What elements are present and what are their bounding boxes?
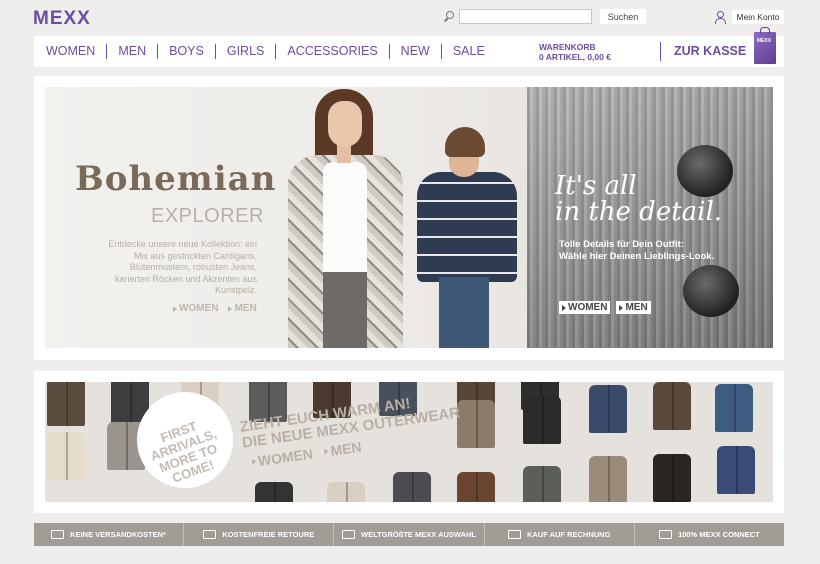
nav-item-accessories[interactable]: ACCESSORIES	[275, 44, 388, 59]
jacket-photo	[47, 432, 85, 480]
detail-description: Tolle Details für Dein Outfit: Wähle hie…	[559, 239, 714, 263]
arrow-right-icon	[251, 458, 257, 465]
benefit-largest-selection[interactable]: WELTGRÖßTE MEXX AUSWAHL	[333, 523, 483, 546]
benefit-label: WELTGRÖßTE MEXX AUSWAHL	[361, 530, 476, 539]
arrow-right-icon	[228, 305, 233, 312]
female-model-photo	[273, 87, 413, 348]
category-nav: WOMEN MEN BOYS GIRLS ACCESSORIES NEW SAL…	[34, 36, 496, 67]
account-link[interactable]: Mein Konto	[714, 10, 784, 24]
arrow-right-icon	[619, 304, 624, 311]
arrow-right-icon	[324, 448, 329, 455]
hero-banner: Bohemian EXPLORER Entdecke unsere neue K…	[34, 76, 784, 360]
bag-logo: MEXX	[757, 38, 772, 44]
benefits-bar: KEINE VERSANDKOSTEN* KOSTENFREIE RETOURE…	[34, 523, 784, 546]
benefit-label: 100% MEXX CONNECT	[678, 530, 760, 539]
first-arrivals-text: FIRST ARRIVALS, MORE TO COME!	[142, 413, 231, 491]
explorer-subtitle: EXPLORER	[151, 205, 264, 227]
checkout-divider	[660, 42, 661, 61]
nav-item-new[interactable]: NEW	[388, 44, 441, 59]
jacket-photo	[47, 382, 85, 426]
jacket-photo	[653, 454, 691, 502]
nav-item-men[interactable]: MEN	[106, 44, 157, 59]
collection-description: Entdecke unsere neue Kollektion: ein Mix…	[108, 239, 257, 295]
search-icon	[443, 10, 455, 23]
mexx-logo[interactable]: MEXX	[33, 8, 91, 30]
outerwear-women-label: WOMEN	[256, 445, 314, 470]
bohemian-title: Bohemian	[75, 159, 277, 199]
arrow-right-icon	[562, 304, 566, 311]
invoice-icon	[507, 530, 521, 539]
package-icon	[51, 530, 65, 539]
jacket-photo	[523, 466, 561, 502]
detail-text-line2: Wähle hier Deinen Lieblings-Look.	[559, 251, 715, 262]
account-label[interactable]: Mein Konto	[732, 10, 784, 24]
search-area: Suchen	[443, 9, 646, 24]
search-button[interactable]: Suchen	[600, 9, 646, 24]
coat-button-photo	[683, 265, 739, 317]
bohemian-links: WOMEN MEN	[173, 303, 257, 314]
outerwear-men-label: MEN	[329, 438, 363, 459]
return-arrow-icon	[203, 530, 217, 539]
first-arrivals-badge: FIRST ARRIVALS, MORE TO COME!	[141, 396, 229, 486]
nav-item-boys[interactable]: BOYS	[157, 44, 215, 59]
connect-icon	[659, 530, 673, 539]
nav-item-girls[interactable]: GIRLS	[214, 44, 276, 59]
detail-banner[interactable]: It's all in the detail. Tolle Details fü…	[527, 87, 773, 348]
checkout-button[interactable]: ZUR KASSE	[674, 44, 746, 58]
jacket-photo	[653, 382, 691, 430]
shopping-bag-icon[interactable]: MEXX	[754, 27, 776, 64]
outerwear-banner[interactable]: FIRST ARRIVALS, MORE TO COME! ZIEHT EUCH…	[45, 382, 773, 502]
jacket-photo	[327, 482, 365, 502]
arrow-right-icon	[173, 305, 177, 312]
jacket-photo	[111, 382, 149, 424]
bohemian-women-label: WOMEN	[179, 303, 219, 314]
benefit-invoice[interactable]: KAUF AUF RECHNUNG	[483, 523, 634, 546]
nav-item-sale[interactable]: SALE	[440, 44, 496, 59]
benefit-free-shipping[interactable]: KEINE VERSANDKOSTEN*	[34, 523, 183, 546]
nav-item-women[interactable]: WOMEN	[46, 44, 106, 59]
outerwear-banner-card: FIRST ARRIVALS, MORE TO COME! ZIEHT EUCH…	[34, 371, 784, 513]
bohemian-explorer-banner[interactable]: Bohemian EXPLORER Entdecke unsere neue K…	[45, 87, 527, 348]
jacket-photo	[717, 446, 755, 494]
jacket-photo	[523, 396, 561, 444]
cart-title: WARENKORB	[539, 42, 596, 52]
cart-count: 0 ARTIKEL, 0,00 €	[539, 52, 611, 62]
main-navigation: WOMEN MEN BOYS GIRLS ACCESSORIES NEW SAL…	[34, 27, 784, 67]
outerwear-men-link[interactable]: MEN	[324, 438, 363, 460]
benefit-label: KEINE VERSANDKOSTEN*	[70, 530, 167, 539]
jacket-photo	[393, 472, 431, 502]
detail-women-label: WOMEN	[568, 302, 608, 313]
detail-men-link[interactable]: MEN	[616, 301, 651, 314]
search-input[interactable]	[459, 9, 592, 24]
jacket-photo	[589, 456, 627, 502]
detail-men-label: MEN	[625, 302, 648, 313]
detail-links: WOMEN MEN	[559, 301, 651, 314]
male-model-photo	[405, 127, 525, 348]
benefit-label: KOSTENFREIE RETOURE	[222, 530, 315, 539]
detail-title-line2: in the detail.	[555, 197, 723, 227]
jacket-photo	[107, 422, 145, 470]
jacket-photo	[589, 385, 627, 433]
jacket-photo	[457, 400, 495, 448]
benefit-label: KAUF AUF RECHNUNG	[526, 530, 611, 539]
detail-title-line1: It's all	[555, 171, 637, 201]
jacket-photo	[457, 472, 495, 502]
benefit-mexx-connect[interactable]: 100% MEXX CONNECT	[633, 523, 784, 546]
jacket-photo	[255, 482, 293, 502]
jacket-photo	[715, 384, 753, 432]
detail-women-link[interactable]: WOMEN	[559, 301, 611, 314]
hanger-icon	[342, 530, 355, 539]
benefit-free-returns[interactable]: KOSTENFREIE RETOURE	[183, 523, 333, 546]
bohemian-men-label: MEN	[234, 303, 257, 314]
bohemian-men-link[interactable]: MEN	[228, 303, 257, 314]
detail-text-line1: Tolle Details für Dein Outfit:	[559, 239, 684, 250]
bohemian-women-link[interactable]: WOMEN	[173, 303, 218, 314]
detail-title: It's all in the detail.	[555, 173, 722, 225]
user-icon	[714, 11, 726, 24]
cart-summary[interactable]: WARENKORB 0 ARTIKEL, 0,00 €	[539, 42, 611, 62]
